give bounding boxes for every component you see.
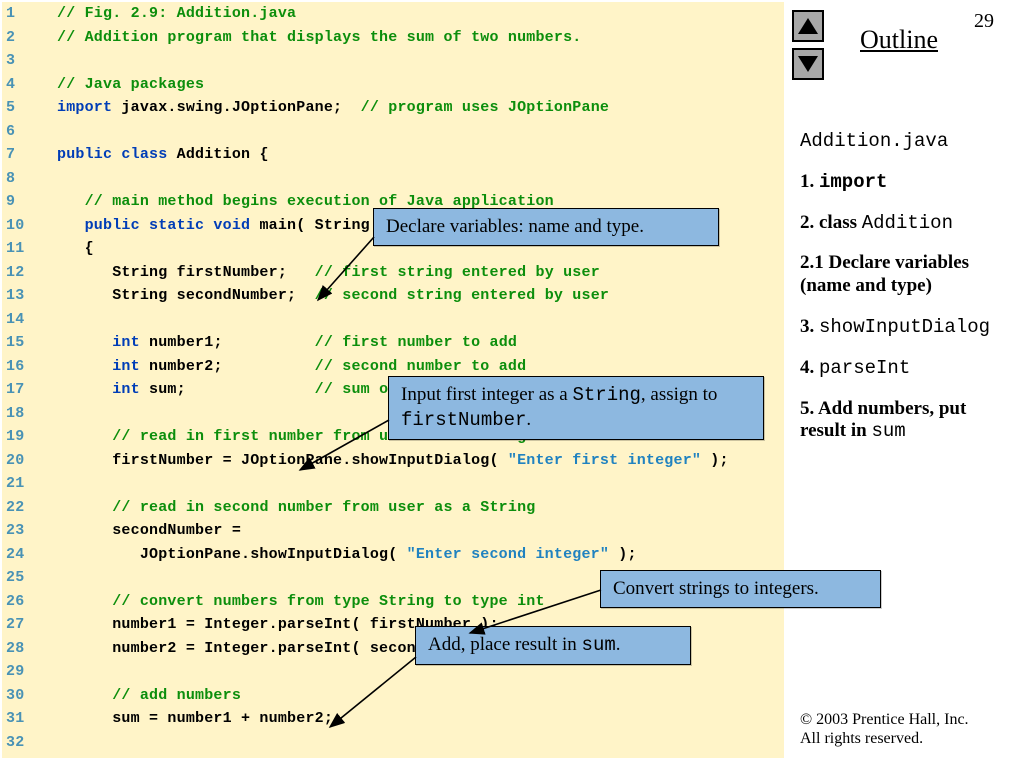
code-line: 6: [2, 120, 784, 144]
triangle-down-icon: [798, 56, 818, 72]
code-line: 8: [2, 167, 784, 191]
triangle-up-icon: [798, 18, 818, 34]
code-line: 5import javax.swing.JOptionPane; // prog…: [2, 96, 784, 120]
code-line: 30 // add numbers: [2, 684, 784, 708]
code-line: 7public class Addition {: [2, 143, 784, 167]
code-line: 1// Fig. 2.9: Addition.java: [2, 2, 784, 26]
outline-item: 2.1 Declare variables (name and type): [800, 252, 1015, 298]
outline-title: Outline: [860, 25, 938, 55]
callout-input-first: Input first integer as a String, assign …: [388, 376, 764, 440]
code-line: 24 JOptionPane.showInputDialog( "Enter s…: [2, 543, 784, 567]
outline-file: Addition.java: [800, 130, 1015, 153]
right-panel: 29 Outline Addition.java 1. import 2. cla…: [790, 0, 1024, 768]
code-line: 4// Java packages: [2, 73, 784, 97]
code-line: 14: [2, 308, 784, 332]
code-line: 13 String secondNumber; // second string…: [2, 284, 784, 308]
code-line: 21: [2, 472, 784, 496]
code-line: 22 // read in second number from user as…: [2, 496, 784, 520]
code-line: 16 int number2; // second number to add: [2, 355, 784, 379]
outline-item: 1. import: [800, 171, 1015, 194]
copyright: © 2003 Prentice Hall, Inc.All rights res…: [800, 710, 969, 748]
code-line: 31 sum = number1 + number2;: [2, 707, 784, 731]
code-line: 12 String firstNumber; // first string e…: [2, 261, 784, 285]
outline-item: 3. showInputDialog: [800, 316, 1015, 339]
callout-convert: Convert strings to integers.: [600, 570, 881, 608]
code-line: 15 int number1; // first number to add: [2, 331, 784, 355]
code-line: 3: [2, 49, 784, 73]
slide: 1// Fig. 2.9: Addition.java2// Addition …: [0, 0, 1024, 768]
page-number: 29: [974, 10, 994, 33]
outline-item: 5. Add numbers, put result in sum: [800, 398, 1015, 444]
nav-next-button[interactable]: [792, 48, 824, 80]
code-line: 2// Addition program that displays the s…: [2, 26, 784, 50]
outline-body: Addition.java 1. import 2. class Addition…: [800, 130, 1015, 461]
outline-item: 2. class Addition: [800, 212, 1015, 235]
nav-prev-button[interactable]: [792, 10, 824, 42]
callout-add: Add, place result in sum.: [415, 626, 691, 665]
callout-declare-vars: Declare variables: name and type.: [373, 208, 719, 246]
code-line: 32: [2, 731, 784, 755]
code-line: 23 secondNumber =: [2, 519, 784, 543]
outline-item: 4. parseInt: [800, 357, 1015, 380]
code-line: 20 firstNumber = JOptionPane.showInputDi…: [2, 449, 784, 473]
